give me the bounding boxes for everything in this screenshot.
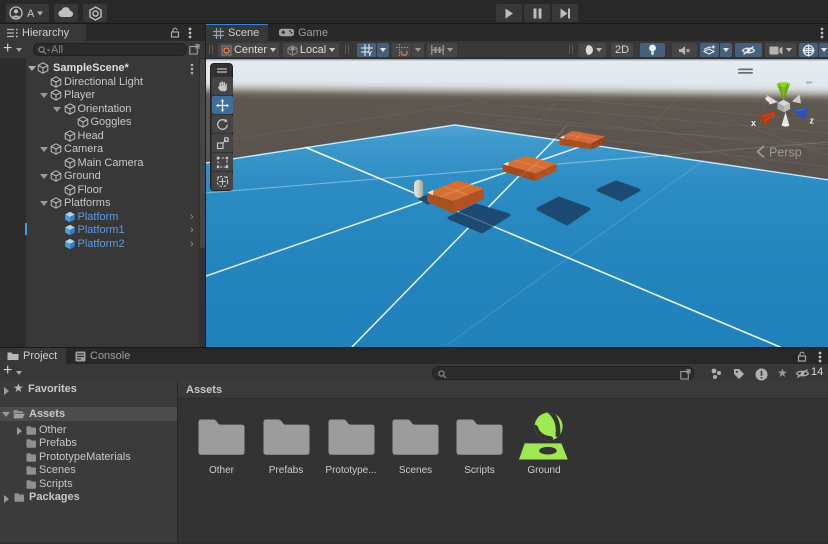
svg-text:A: A xyxy=(27,8,35,20)
svg-text:Y: Y xyxy=(367,51,372,56)
svg-text:Persp: Persp xyxy=(769,146,802,160)
svg-text:z: z xyxy=(810,116,815,126)
svg-text:x: x xyxy=(751,118,756,128)
